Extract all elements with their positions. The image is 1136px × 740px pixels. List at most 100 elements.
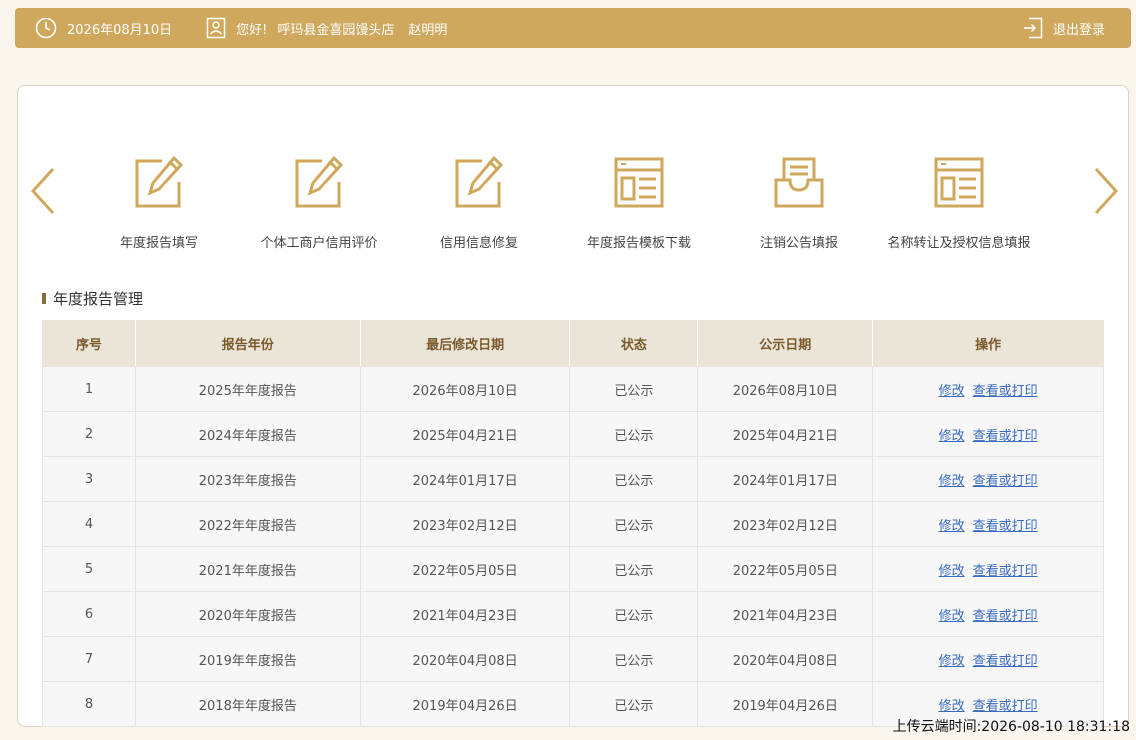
menu-label: 注销公告填报 [759, 236, 838, 251]
menu-credit-evaluation[interactable]: 个体工商户信用评价 [234, 155, 404, 256]
template-icon [934, 156, 984, 210]
row-actions: 修改 查看或打印 [872, 546, 1104, 592]
main-card: 年度报告填写 个体工商户信用评价 信用信息修复 年度报告模板下载 注销公告填报 … [17, 85, 1129, 727]
upload-time: 上传云端时间:2026-08-10 18:31:18 [892, 719, 1130, 735]
row-index: 1 [42, 366, 136, 412]
menu-credit-repair[interactable]: 信用信息修复 [394, 155, 564, 256]
last-modified-date: 2024年01月17日 [359, 456, 571, 502]
edit-icon [134, 155, 184, 210]
report-year: 2021年年度报告 [134, 546, 361, 592]
row-index: 2 [42, 411, 136, 457]
report-year: 2024年年度报告 [134, 411, 361, 457]
view-print-link[interactable]: 查看或打印 [973, 474, 1038, 489]
column-header: 操作 [872, 320, 1104, 367]
chevron-right-icon [1091, 167, 1121, 220]
menu-label: 信用信息修复 [439, 236, 518, 251]
last-modified-date: 2021年04月23日 [359, 591, 571, 637]
edit-link[interactable]: 修改 [939, 429, 965, 444]
date-display: 2026年08月10日 [35, 17, 172, 39]
status: 已公示 [569, 456, 699, 502]
menu-template-download[interactable]: 年度报告模板下载 [554, 156, 724, 256]
clock-icon [35, 17, 57, 39]
last-modified-date: 2020年04月08日 [359, 636, 571, 682]
edit-link[interactable]: 修改 [939, 699, 965, 714]
user-name: 赵明明 [408, 22, 448, 38]
edit-link[interactable]: 修改 [939, 564, 965, 579]
edit-link[interactable]: 修改 [939, 519, 965, 534]
annual-report-table: 序号 报告年份 最后修改日期 状态 公示日期 操作 1 2025年年度报告 2026… [42, 320, 1104, 727]
edit-icon [294, 155, 344, 210]
row-actions: 修改 查看或打印 [872, 456, 1104, 502]
view-print-link[interactable]: 查看或打印 [973, 429, 1038, 444]
table-row: 6 2020年年度报告 2021年04月23日 已公示 2021年04月23日 修改 查看或… [42, 591, 1104, 637]
table-header-row: 序号 报告年份 最后修改日期 状态 公示日期 操作 [42, 320, 1104, 367]
last-modified-date: 2022年05月05日 [359, 546, 571, 592]
menu-cancellation-notice[interactable]: 注销公告填报 [714, 156, 884, 256]
row-index: 3 [42, 456, 136, 502]
inbox-icon [774, 156, 824, 210]
menu-label: 年度报告模板下载 [586, 236, 691, 251]
publish-date: 2024年01月17日 [697, 456, 874, 502]
table-row: 4 2022年年度报告 2023年02月12日 已公示 2023年02月12日 修改 查看或… [42, 501, 1104, 547]
logout-label: 退出登录 [1052, 22, 1105, 38]
date-text: 2026年08月10日 [67, 22, 173, 38]
status: 已公示 [569, 681, 699, 727]
edit-link[interactable]: 修改 [939, 654, 965, 669]
status: 已公示 [569, 546, 699, 592]
publish-date: 2023年02月12日 [697, 501, 874, 547]
publish-date: 2022年05月05日 [697, 546, 874, 592]
edit-link[interactable]: 修改 [939, 609, 965, 624]
menu-label: 年度报告填写 [119, 236, 198, 251]
publish-date: 2025年04月21日 [697, 411, 874, 457]
column-header: 最后修改日期 [359, 320, 571, 367]
menu-name-transfer[interactable]: 名称转让及授权信息填报 [874, 156, 1044, 256]
menu-label: 名称转让及授权信息填报 [887, 236, 1031, 251]
row-actions: 修改 查看或打印 [872, 501, 1104, 547]
edit-link[interactable]: 修改 [939, 474, 965, 489]
last-modified-date: 2019年04月26日 [359, 681, 571, 727]
greeting-text: 您好! [236, 22, 268, 38]
menu-annual-report-fill[interactable]: 年度报告填写 [74, 155, 244, 256]
table-row: 5 2021年年度报告 2022年05月05日 已公示 2022年05月05日 修改 查看或… [42, 546, 1104, 592]
user-card-icon [206, 17, 226, 39]
column-header: 状态 [569, 320, 699, 367]
carousel-prev-button[interactable] [28, 166, 58, 220]
row-index: 8 [42, 681, 136, 727]
row-actions: 修改 查看或打印 [872, 411, 1104, 457]
view-print-link[interactable]: 查看或打印 [973, 699, 1038, 714]
publish-date: 2021年04月23日 [697, 591, 874, 637]
top-bar: 2026年08月10日 您好! 呼玛县金喜园馒头店 赵明明 退出登录 [15, 8, 1131, 48]
view-print-link[interactable]: 查看或打印 [973, 519, 1038, 534]
report-year: 2023年年度报告 [134, 456, 361, 502]
table-row: 7 2019年年度报告 2020年04月08日 已公示 2020年04月08日 修改 查看或… [42, 636, 1104, 682]
status: 已公示 [569, 366, 699, 412]
logout-button[interactable]: 退出登录 [1023, 8, 1105, 48]
report-year: 2025年年度报告 [134, 366, 361, 412]
carousel-next-button[interactable] [1091, 166, 1121, 220]
table-row: 2 2024年年度报告 2025年04月21日 已公示 2025年04月21日 修改 查看或… [42, 411, 1104, 457]
column-header: 序号 [42, 320, 136, 367]
row-index: 7 [42, 636, 136, 682]
last-modified-date: 2025年04月21日 [359, 411, 571, 457]
view-print-link[interactable]: 查看或打印 [973, 384, 1038, 399]
view-print-link[interactable]: 查看或打印 [973, 654, 1038, 669]
status: 已公示 [569, 591, 699, 637]
edit-link[interactable]: 修改 [939, 384, 965, 399]
template-icon [614, 156, 664, 210]
publish-date: 2020年04月08日 [697, 636, 874, 682]
publish-date: 2026年08月10日 [697, 366, 874, 412]
report-year: 2022年年度报告 [134, 501, 361, 547]
chevron-left-icon [28, 167, 58, 220]
section-title-text: 年度报告管理 [53, 290, 144, 308]
row-index: 4 [42, 501, 136, 547]
view-print-link[interactable]: 查看或打印 [973, 564, 1038, 579]
column-header: 报告年份 [134, 320, 361, 367]
report-year: 2020年年度报告 [134, 591, 361, 637]
table-row: 3 2023年年度报告 2024年01月17日 已公示 2024年01月17日 修改 查看或… [42, 456, 1104, 502]
row-index: 5 [42, 546, 136, 592]
view-print-link[interactable]: 查看或打印 [973, 609, 1038, 624]
table-row: 1 2025年年度报告 2026年08月10日 已公示 2026年08月10日 修改 查看或… [42, 366, 1104, 412]
logout-icon [1023, 17, 1043, 39]
user-info: 您好! 呼玛县金喜园馒头店 赵明明 [206, 17, 447, 39]
menu-label: 个体工商户信用评价 [260, 236, 378, 251]
